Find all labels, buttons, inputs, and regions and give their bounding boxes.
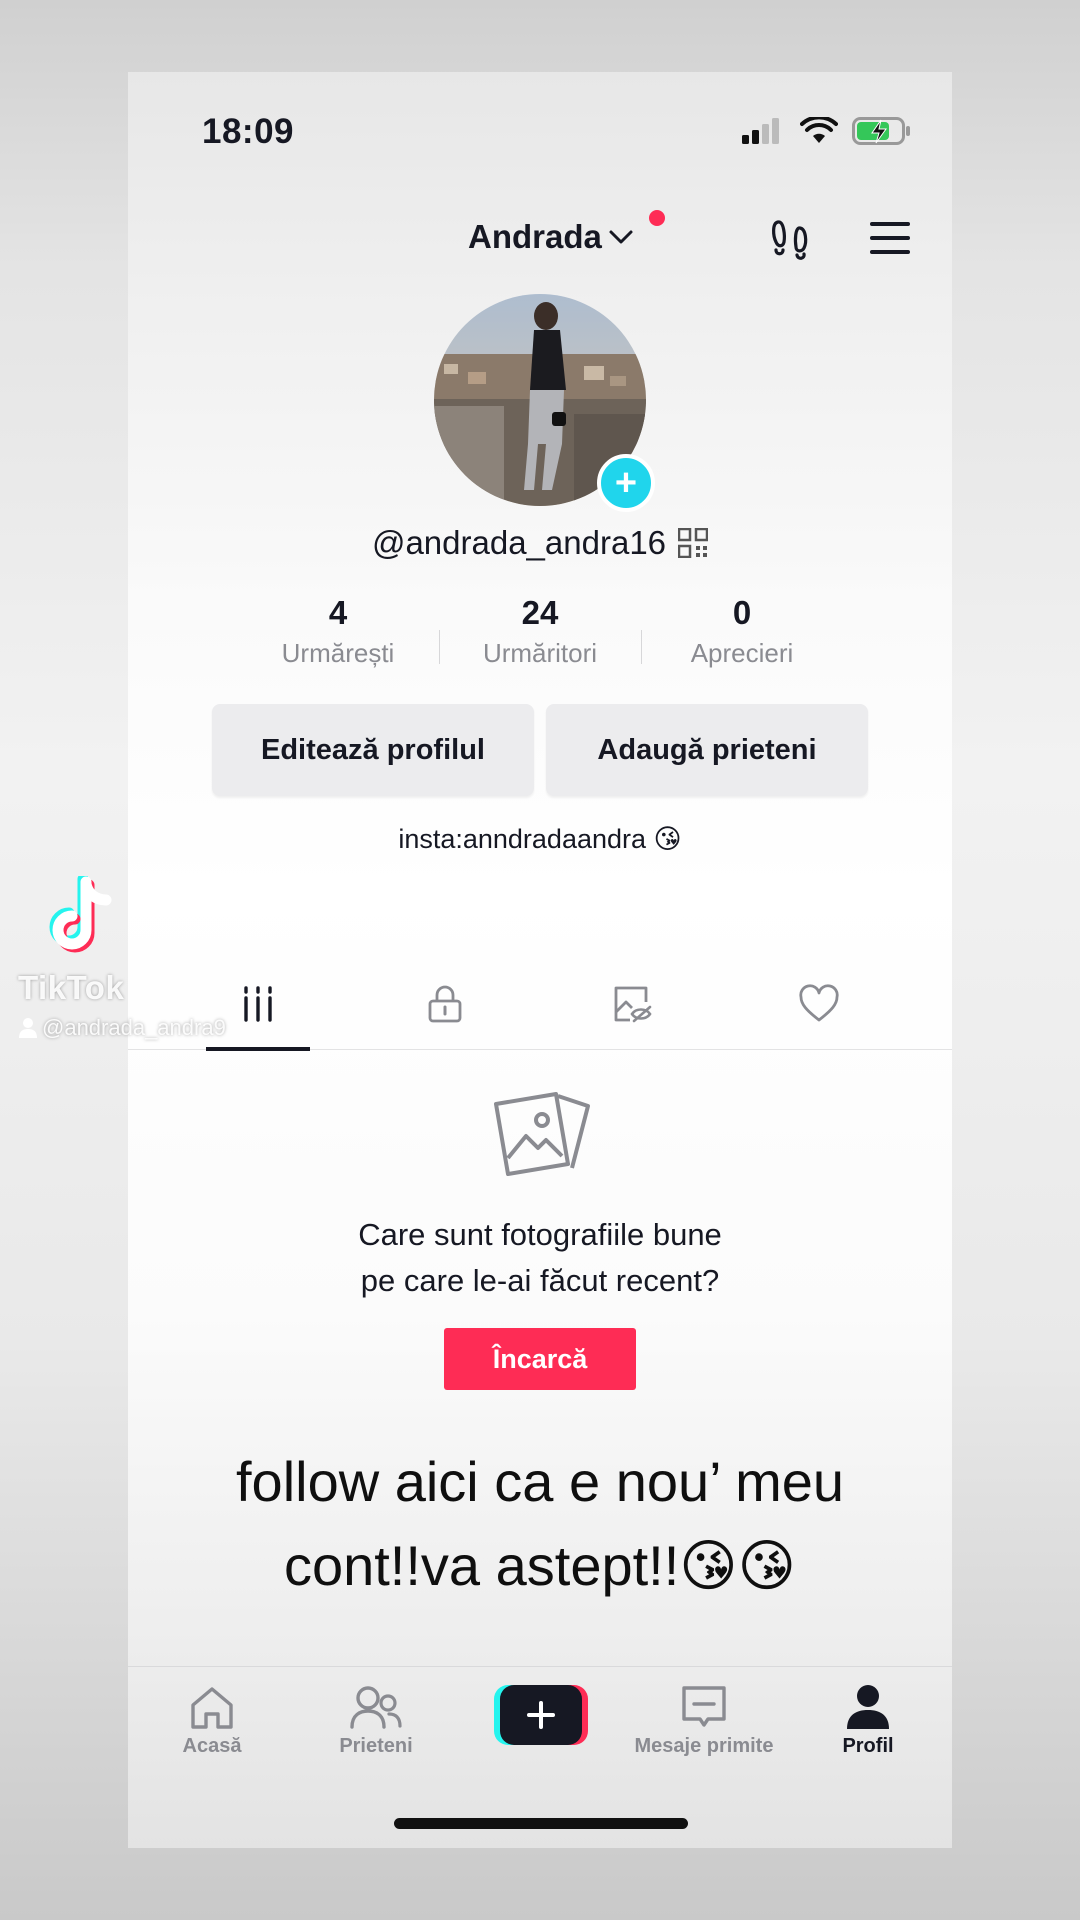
nav-home[interactable]: Acasă: [130, 1679, 294, 1758]
story-caption: follow aici ca e nou’ meu cont!!va astep…: [0, 1440, 1080, 1608]
inbox-icon: [682, 1686, 726, 1727]
watermark-user: @andrada_andra9: [42, 1015, 226, 1040]
story-caption-line-1: follow aici ca e nou’ meu: [235, 1450, 844, 1513]
profile-header: Andrada: [128, 202, 952, 272]
menu-icon[interactable]: [866, 216, 914, 260]
heart-liked-icon: [799, 984, 839, 1022]
empty-state-line-1: Care sunt fotografiile bune: [358, 1217, 722, 1252]
stat-likes[interactable]: 0 Aprecieri: [642, 594, 842, 669]
home-indicator: [394, 1818, 688, 1829]
watermark-brand: TikTok: [18, 969, 125, 1006]
following-label: Urmărești: [281, 638, 395, 668]
chevron-down-icon: [609, 230, 633, 244]
nav-profile-label: Profil: [842, 1735, 894, 1757]
tab-hidden[interactable]: [577, 962, 687, 1050]
hidden-posts-icon: [614, 986, 652, 1023]
nav-friends[interactable]: Prieteni: [294, 1679, 458, 1758]
nav-profile[interactable]: Profil: [786, 1679, 950, 1758]
avatar-container: +: [434, 294, 655, 512]
footprint-icon[interactable]: [768, 214, 816, 262]
profile-icon: [847, 1685, 889, 1729]
create-plus-icon[interactable]: [494, 1685, 588, 1745]
nav-home-label: Acasă: [182, 1735, 242, 1757]
story-caption-line-2: cont!!va astept!!😘😘: [283, 1534, 797, 1597]
bottom-nav: Acasă Prieteni Mesaje primite Profil: [128, 1666, 952, 1778]
likes-label: Aprecieri: [690, 638, 794, 668]
tiktok-logo-icon: [49, 873, 112, 953]
tab-private[interactable]: [390, 962, 500, 1050]
friends-icon: [350, 1686, 402, 1729]
username-row: @andrada_andra16: [128, 524, 952, 562]
signal-icon: [742, 118, 779, 144]
wifi-icon: [800, 117, 838, 143]
battery-icon: [852, 117, 910, 145]
empty-state-title: Care sunt fotografiile bune pe care le-a…: [128, 1212, 952, 1304]
username: @andrada_andra16: [371, 524, 667, 561]
status-icons: [742, 116, 912, 146]
user-icon: [19, 1018, 37, 1038]
home-icon: [191, 1687, 233, 1729]
lock-private-icon: [428, 985, 462, 1023]
followers-label: Urmăritori: [482, 638, 598, 668]
qr-code-icon[interactable]: [678, 528, 709, 558]
upload-button[interactable]: Încarcă: [444, 1328, 636, 1390]
profile-action-buttons: Editează profilul Adaugă prieteni: [212, 704, 868, 796]
likes-count: 0: [732, 594, 752, 631]
edit-profile-button[interactable]: Editează profilul: [212, 704, 534, 796]
stats-row: 4 Urmărești 24 Urmăritori 0 Aprecieri: [128, 594, 952, 684]
add-friends-button[interactable]: Adaugă prieteni: [546, 704, 868, 796]
status-time: 18:09: [202, 112, 295, 151]
account-name: Andrada: [468, 218, 602, 255]
nav-inbox[interactable]: Mesaje primite: [622, 1679, 786, 1758]
watermark-user-row: @andrada_andra9: [18, 1015, 258, 1041]
nav-friends-label: Prieteni: [339, 1735, 413, 1757]
profile-bio: insta:anndradaandra 😘: [398, 824, 682, 854]
photos-placeholder-icon: [494, 1092, 590, 1176]
followers-count: 24: [521, 594, 559, 631]
stat-followers[interactable]: 24 Urmăritori: [440, 594, 640, 669]
empty-state-line-2: pe care le-ai făcut recent?: [360, 1263, 720, 1298]
nav-inbox-label: Mesaje primite: [634, 1735, 774, 1757]
tiktok-watermark: TikTok @andrada_andra9: [18, 873, 258, 1041]
add-avatar-button[interactable]: +: [597, 454, 655, 512]
notification-dot: [649, 210, 665, 226]
account-switcher[interactable]: Andrada: [468, 202, 634, 272]
tab-liked[interactable]: [764, 962, 874, 1050]
stat-following[interactable]: 4 Urmărești: [238, 594, 438, 669]
active-tab-underline: [206, 1047, 310, 1051]
following-count: 4: [328, 594, 348, 631]
